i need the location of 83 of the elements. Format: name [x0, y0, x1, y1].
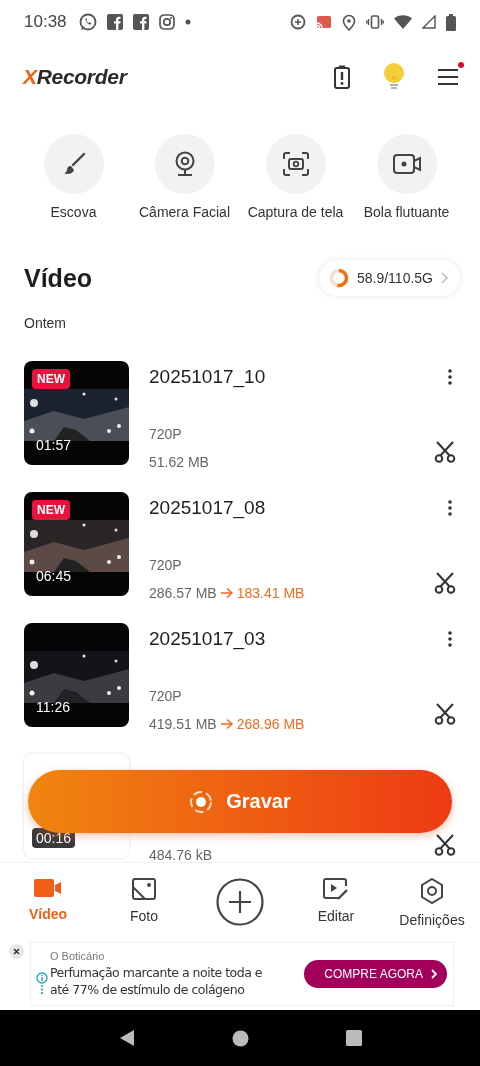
ad-text: Perfumação marcante a noite toda e até 77% de estímulo de colágeno	[50, 964, 263, 998]
video-resolution: 720P	[149, 426, 182, 443]
compressed-size: 268.96 MB	[236, 716, 305, 732]
tool-button[interactable]: Escova	[18, 134, 129, 240]
battery-alert-icon	[334, 65, 350, 89]
advertiser-name: O Boticário	[50, 950, 105, 962]
trim-button[interactable]	[434, 834, 456, 856]
file-size: 286.57 MB	[149, 585, 217, 601]
cast-icon	[316, 15, 332, 29]
plus-circle-icon	[290, 14, 306, 30]
nav-tab[interactable]: Foto	[96, 863, 192, 940]
video-duration: 11:26	[35, 698, 71, 717]
settings-icon	[420, 878, 444, 904]
video-edit-icon	[323, 878, 349, 900]
more-vertical-icon	[448, 500, 452, 516]
file-size: 51.62 MB	[149, 454, 209, 470]
signal-icon	[422, 15, 436, 29]
scissors-icon	[434, 441, 456, 463]
trim-button[interactable]	[434, 572, 456, 594]
storage-ring	[328, 268, 349, 288]
app-logo: XRecorder	[23, 65, 127, 89]
section-title: Vídeo	[24, 263, 93, 293]
arrow-right-icon	[219, 718, 234, 730]
nav-tab[interactable]: Definições	[384, 863, 480, 940]
lightbulb-icon	[383, 63, 405, 91]
date-group-label: Ontem	[24, 315, 66, 331]
tool-button[interactable]: Bola flutuante	[351, 134, 462, 240]
scissors-icon	[434, 572, 456, 594]
info-icon	[36, 972, 48, 994]
vibrate-icon	[366, 15, 384, 29]
wifi-icon	[394, 15, 412, 29]
video-camera-icon	[392, 153, 421, 175]
video-resolution: 720P	[149, 557, 182, 574]
video-title: 20251017_03	[149, 628, 266, 652]
dot-icon	[184, 19, 191, 25]
menu-button[interactable]	[438, 68, 458, 86]
file-size: 484.76 kB	[149, 847, 213, 862]
compressed-size: 183.41 MB	[236, 585, 305, 601]
trim-button[interactable]	[434, 703, 456, 725]
more-vertical-icon	[448, 369, 452, 385]
video-resolution: 720P	[149, 688, 182, 705]
tool-button[interactable]: Câmera Facial	[129, 134, 240, 240]
home-icon	[232, 1029, 250, 1047]
add-button[interactable]	[216, 877, 264, 926]
plus-circle-icon	[216, 877, 264, 926]
video-camera-icon	[34, 878, 62, 898]
screenshot-icon	[282, 152, 309, 176]
scissors-icon	[434, 834, 456, 856]
image-icon	[132, 878, 156, 900]
video-title: 20251017_08	[149, 497, 266, 521]
video-title: 20251017_10	[149, 366, 266, 390]
chat-bubble-icon	[78, 13, 97, 31]
back-button[interactable]	[118, 1029, 137, 1047]
square-f-icon	[132, 14, 149, 30]
new-badge: NEW	[32, 369, 70, 389]
chevron-right-icon	[431, 969, 437, 979]
camera-outline-icon	[158, 14, 175, 30]
square-f-icon	[106, 14, 123, 30]
back-icon	[118, 1029, 137, 1047]
arrow-right-icon	[219, 587, 234, 599]
tool-button[interactable]: Captura de tela	[240, 134, 351, 240]
file-size: 419.51 MB	[149, 716, 217, 732]
home-button[interactable]	[232, 1029, 250, 1047]
record-icon	[189, 789, 214, 814]
location-pin-icon	[342, 13, 356, 31]
chevron-right-icon	[441, 272, 448, 284]
video-duration: 01:57	[35, 436, 73, 455]
nav-tab[interactable]: Editar	[288, 863, 384, 940]
video-duration: 06:45	[35, 567, 73, 586]
cta-button[interactable]: COMPRE AGORA	[304, 960, 447, 988]
recents-button[interactable]	[345, 1030, 362, 1046]
more-vertical-icon	[448, 631, 452, 647]
trim-button[interactable]	[434, 441, 456, 463]
close-button[interactable]	[9, 944, 24, 959]
scissors-icon	[434, 703, 456, 725]
menu-icon	[438, 68, 458, 86]
recents-icon	[345, 1030, 362, 1046]
clock-time: 10:38	[24, 12, 67, 32]
battery-icon	[446, 13, 456, 31]
battery-alert-button[interactable]	[334, 65, 350, 89]
close-icon	[13, 948, 20, 955]
new-badge: NEW	[32, 500, 70, 520]
storage-button[interactable]: 58.9/110.5G	[318, 260, 460, 296]
